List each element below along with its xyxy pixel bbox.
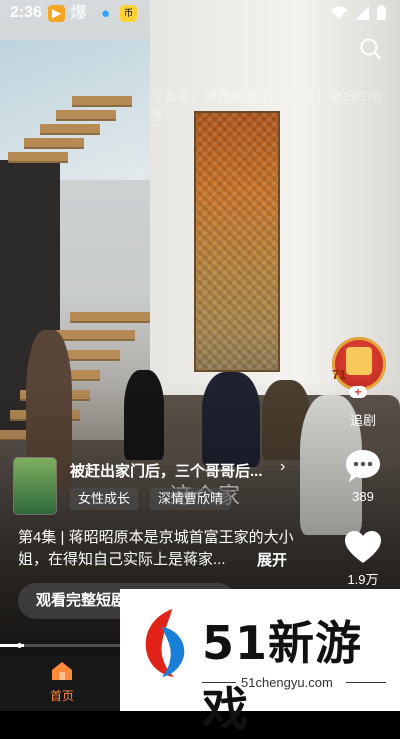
like-button[interactable]: 1.9万 — [338, 530, 388, 588]
license-watermark: （备案）网微剧备字（2024）第23576号 — [150, 89, 382, 123]
comment-icon — [346, 450, 380, 482]
heart-icon — [345, 531, 381, 563]
wall-painting — [196, 113, 278, 370]
divider — [346, 682, 386, 683]
status-time: 2:36 — [10, 4, 43, 21]
home-icon — [52, 662, 72, 680]
drama-tag[interactable]: 深情曹欣晴 — [150, 488, 232, 510]
ad-overlay[interactable]: 51新游戏 51chengyu.com — [120, 589, 400, 736]
drama-poster — [14, 458, 56, 514]
drama-tag[interactable]: 女性成长 — [70, 488, 139, 510]
search-icon — [360, 38, 382, 60]
site-logo-icon — [145, 609, 185, 677]
ad-brand: 51新游戏 — [202, 616, 363, 736]
nav-home-label: 首页 — [49, 689, 74, 703]
droplet-app-icon: ● — [100, 5, 111, 22]
follow-label: 追剧 — [349, 413, 376, 428]
chevron-right-icon: › — [280, 458, 286, 475]
wifi-icon — [331, 6, 347, 19]
expand-button[interactable]: 展开 — [257, 549, 287, 570]
drama-info-card[interactable]: 被赶出家门后，三个哥哥后... › 女性成长 深情曹欣晴 — [14, 458, 294, 516]
status-bar: 2:36 ▶ 爆 ● 币 — [0, 0, 400, 28]
comment-count: 389 — [352, 489, 374, 504]
nav-home[interactable]: 首页 — [42, 661, 82, 704]
divider — [202, 682, 236, 683]
follow-count: 71 — [332, 367, 347, 382]
comment-button[interactable]: 389 — [338, 448, 388, 504]
drama-title: 被赶出家门后，三个哥哥后... — [70, 463, 263, 480]
progress-handle[interactable] — [17, 643, 22, 648]
video-app-icon: ▶ — [48, 5, 65, 22]
plus-icon: + — [349, 386, 367, 398]
coin-app-icon: 币 — [120, 5, 137, 22]
signal-icon — [355, 5, 369, 20]
baozi-app-icon: 爆 — [70, 5, 87, 22]
search-button[interactable] — [358, 36, 384, 62]
follow-drama-button[interactable]: 71 — [332, 337, 386, 391]
like-count: 1.9万 — [347, 572, 379, 587]
battery-icon — [377, 5, 386, 20]
ad-url: 51chengyu.com — [241, 675, 333, 690]
